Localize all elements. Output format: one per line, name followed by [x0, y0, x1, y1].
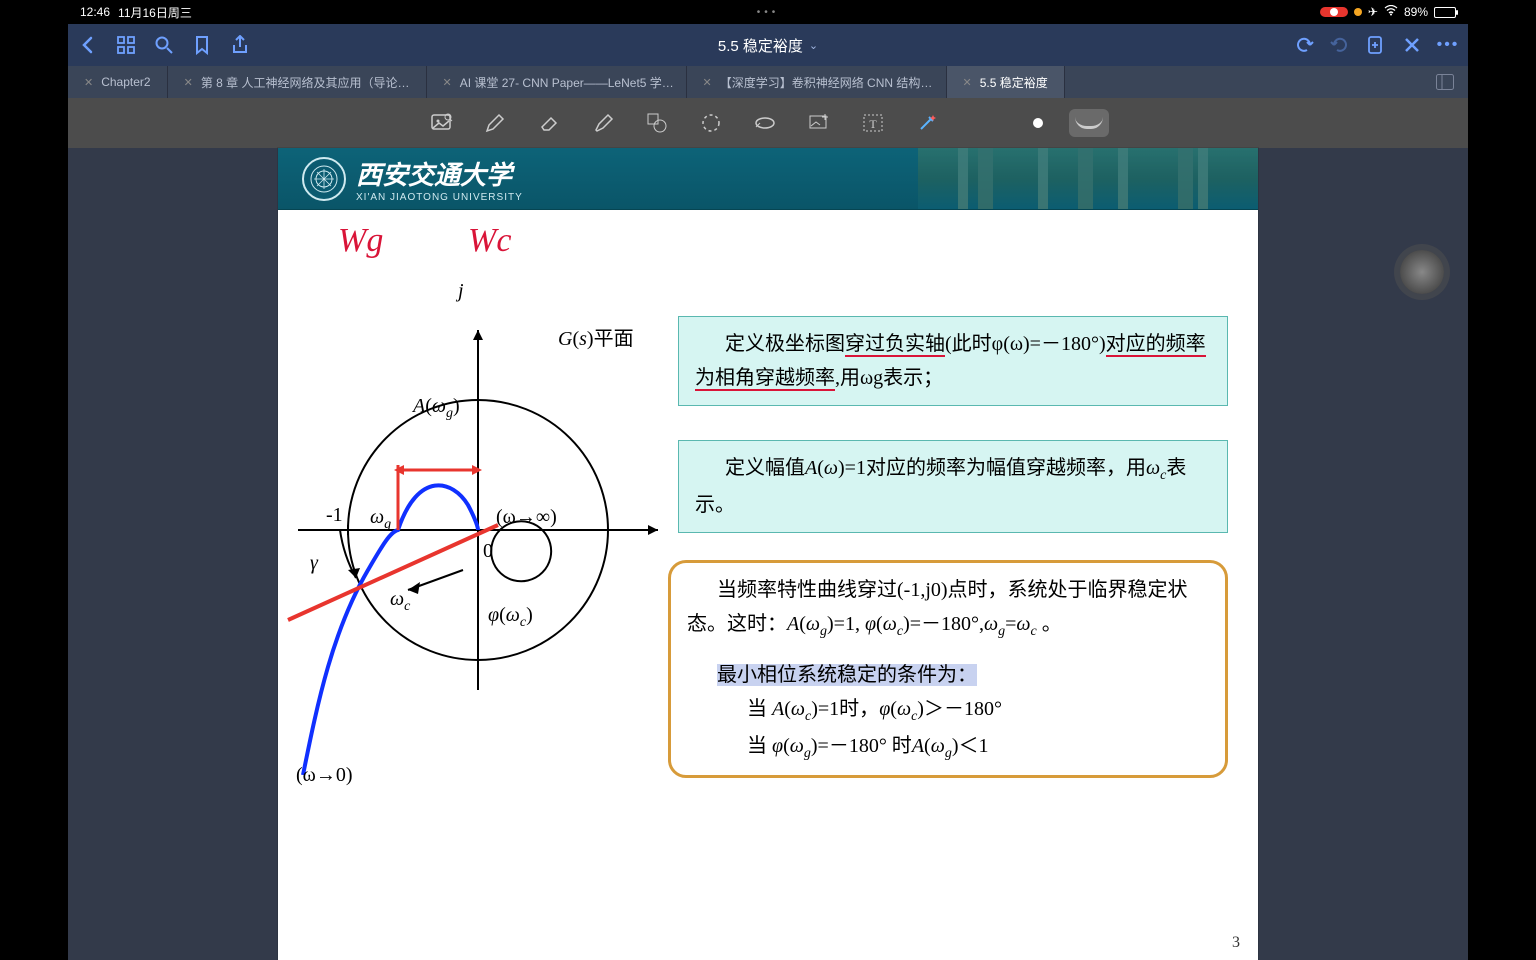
gs-plane-label: G(s)平面 [558, 322, 634, 351]
tab-label: 5.5 稳定裕度 [980, 74, 1048, 91]
battery-pct: 89% [1404, 5, 1428, 19]
handwriting-wg: Wg [338, 222, 383, 260]
color-picker[interactable] [1033, 118, 1043, 128]
tab-chapter2[interactable]: ✕ Chapter2 [68, 66, 168, 98]
share-icon[interactable] [230, 35, 250, 55]
image-tool-icon[interactable] [427, 109, 455, 137]
origin-label: 0 [483, 540, 493, 563]
wc-point-label: ωc [390, 588, 410, 615]
close-tab-icon[interactable]: ✕ [963, 76, 972, 89]
slide-page: 西安交通大学 XI'AN JIAOTONG UNIVERSITY Wg Wc [278, 148, 1258, 960]
close-tab-icon[interactable]: ✕ [84, 76, 93, 89]
add-page-icon[interactable] [1366, 35, 1386, 55]
highlighter-tool-icon[interactable] [589, 109, 617, 137]
airplane-icon: ✈︎ [1368, 5, 1378, 19]
wg-point-label: ωg [370, 506, 391, 533]
multitask-dots[interactable]: ••• [757, 7, 780, 18]
ipad-status-bar: 12:46 11月16日周三 ••• ✈︎ 89% [68, 0, 1468, 24]
stability-heading: 最小相位系统稳定的条件为： [717, 664, 977, 686]
tab-label: AI 课堂 27- CNN Paper——LeNet5 学… [460, 74, 674, 91]
w-inf-label: (ω→∞) [496, 506, 557, 529]
magic-tool-icon[interactable] [913, 109, 941, 137]
bookmark-icon[interactable] [192, 35, 212, 55]
chevron-down-icon: ⌄ [809, 39, 818, 52]
text-tool-icon[interactable]: T [859, 109, 887, 137]
drawing-toolbar: T [68, 98, 1468, 148]
document-title[interactable]: 5.5 稳定裕度 ⌄ [718, 35, 818, 56]
document-title-text: 5.5 稳定裕度 [718, 35, 803, 56]
university-logo [302, 157, 346, 201]
w-zero-label: (ω→0) [296, 764, 352, 787]
axis-j-label: j [458, 280, 464, 303]
tab-label: 第 8 章 人工神经网络及其应用（导论… [201, 74, 410, 91]
redo-icon[interactable] [1330, 35, 1350, 55]
tape-tool-icon[interactable] [751, 109, 779, 137]
battery-icon [1434, 7, 1456, 18]
shape-tool-icon[interactable] [643, 109, 671, 137]
tab-cnn-paper[interactable]: ✕ AI 课堂 27- CNN Paper——LeNet5 学… [427, 66, 687, 98]
back-button[interactable] [78, 35, 98, 55]
app-navbar: 5.5 稳定裕度 ⌄ ••• [68, 24, 1468, 66]
university-name-en: XI'AN JIAOTONG UNIVERSITY [356, 192, 523, 203]
a-wg-label: A(ωg) [413, 395, 460, 422]
wifi-icon [1384, 5, 1398, 19]
tab-ann[interactable]: ✕ 第 8 章 人工神经网络及其应用（导论… [168, 66, 427, 98]
header-photo [918, 148, 1258, 209]
handwriting-wc: Wc [468, 222, 511, 260]
undo-icon[interactable] [1294, 35, 1314, 55]
tab-dl-cnn[interactable]: ✕ 【深度学习】卷积神经网络 CNN 结构… [687, 66, 947, 98]
tab-overview-icon[interactable] [1422, 66, 1468, 98]
insert-image-icon[interactable] [805, 109, 833, 137]
eraser-tool-icon[interactable] [535, 109, 563, 137]
close-icon[interactable] [1402, 35, 1422, 55]
grid-icon[interactable] [116, 35, 136, 55]
status-time: 12:46 [80, 5, 110, 19]
assistive-touch[interactable] [1400, 250, 1444, 294]
lasso-tool-icon[interactable] [697, 109, 725, 137]
more-icon[interactable]: ••• [1438, 35, 1458, 55]
tab-label: 【深度学习】卷积神经网络 CNN 结构… [720, 74, 933, 91]
gamma-label: γ [310, 552, 318, 575]
stroke-preview[interactable] [1069, 109, 1109, 137]
tab-strip: ✕ Chapter2 ✕ 第 8 章 人工神经网络及其应用（导论… ✕ AI 课… [68, 66, 1468, 98]
stability-condition-box: 当频率特性曲线穿过(-1,j0)点时，系统处于临界稳定状态。这时：A(ωg)=1… [668, 560, 1228, 778]
phi-wc-label: φ(ωc) [488, 604, 533, 631]
close-tab-icon[interactable]: ✕ [184, 76, 193, 89]
search-icon[interactable] [154, 35, 174, 55]
status-date: 11月16日周三 [118, 4, 192, 21]
privacy-dot [1354, 8, 1362, 16]
definition-box-gain-crossover: 定义幅值A(ω)=1对应的频率为幅值穿越频率，用ωc表示。 [678, 440, 1228, 533]
close-tab-icon[interactable]: ✕ [443, 76, 452, 89]
page-number: 3 [1232, 934, 1240, 952]
neg1-label: -1 [326, 504, 343, 527]
pen-tool-icon[interactable] [481, 109, 509, 137]
svg-text:T: T [869, 117, 877, 131]
university-header: 西安交通大学 XI'AN JIAOTONG UNIVERSITY [278, 148, 1258, 210]
tab-label: Chapter2 [101, 75, 150, 89]
university-name-cn: 西安交通大学 [356, 155, 523, 192]
canvas[interactable]: 西安交通大学 XI'AN JIAOTONG UNIVERSITY Wg Wc [208, 148, 1328, 960]
close-tab-icon[interactable]: ✕ [703, 76, 712, 89]
recording-indicator[interactable] [1320, 7, 1348, 17]
tab-stability-margin[interactable]: ✕ 5.5 稳定裕度 [947, 66, 1065, 98]
definition-box-phase-crossover: 定义极坐标图穿过负实轴(此时φ(ω)=－180°)对应的频率为相角穿越频率,用ω… [678, 316, 1228, 406]
